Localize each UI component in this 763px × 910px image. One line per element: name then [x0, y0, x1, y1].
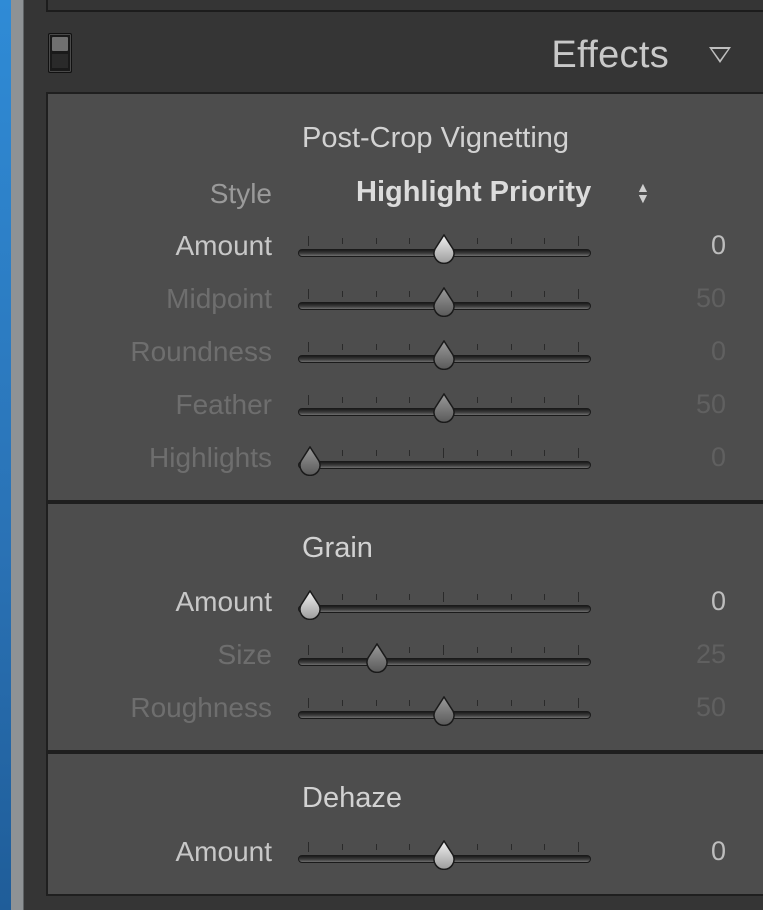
style-select[interactable]: Highlight Priority: [356, 176, 591, 209]
previous-panel-edge: [46, 0, 763, 12]
slider-thumb[interactable]: [363, 643, 391, 673]
slider-row-amount: Amount 0: [48, 834, 763, 874]
grain-section: Grain Amount 0 Size 25 Roughness 50: [46, 502, 763, 752]
slider-value[interactable]: 0: [711, 836, 726, 867]
post-crop-vignetting-section: Post-Crop Vignetting Style Highlight Pri…: [46, 92, 763, 502]
slider-value[interactable]: 50: [696, 692, 726, 723]
slider-track[interactable]: [298, 658, 591, 666]
slider-label: Amount: [175, 836, 273, 867]
style-label: Style: [209, 178, 272, 209]
slider-thumb[interactable]: [296, 590, 324, 620]
slider-thumb[interactable]: [430, 234, 458, 264]
slider-roughness[interactable]: [298, 696, 593, 734]
slider-value[interactable]: 25: [696, 639, 726, 670]
slider-amount[interactable]: [296, 590, 593, 628]
slider-row-highlights: Highlights 0: [48, 440, 763, 480]
slider-thumb[interactable]: [430, 393, 458, 423]
slider-thumb[interactable]: [430, 696, 458, 726]
window-edge: [0, 0, 11, 910]
select-arrows-icon[interactable]: ▲ ▼: [636, 180, 650, 205]
slider-amount[interactable]: [298, 234, 593, 272]
slider-row-feather: Feather 50: [48, 387, 763, 427]
slider-midpoint[interactable]: [298, 287, 593, 325]
section-title: Dehaze: [302, 782, 402, 814]
slider-ticks: [308, 592, 579, 604]
slider-label: Highlights: [149, 442, 272, 473]
dehaze-section: Dehaze Amount 0: [46, 752, 763, 896]
section-title: Post-Crop Vignetting: [302, 122, 570, 154]
slider-thumb[interactable]: [430, 340, 458, 370]
slider-label: Roundness: [130, 336, 272, 367]
slider-highlights[interactable]: [296, 446, 593, 484]
slider-value[interactable]: 0: [711, 586, 726, 617]
slider-row-roundness: Roundness 0: [48, 334, 763, 374]
slider-value[interactable]: 0: [711, 336, 726, 367]
slider-value[interactable]: 50: [696, 283, 726, 314]
slider-thumb[interactable]: [430, 840, 458, 870]
slider-track[interactable]: [298, 461, 591, 469]
slider-row-roughness: Roughness 50: [48, 690, 763, 730]
slider-label: Amount: [175, 586, 273, 617]
slider-ticks: [308, 645, 579, 657]
slider-feather[interactable]: [298, 393, 593, 431]
slider-value[interactable]: 50: [696, 389, 726, 420]
slider-amount[interactable]: [298, 840, 593, 878]
effects-panel: Effects Post-Crop Vignetting Style Highl…: [24, 0, 763, 910]
slider-label: Size: [217, 639, 272, 670]
slider-row-amount: Amount 0: [48, 584, 763, 624]
panel-title[interactable]: Effects: [551, 34, 669, 77]
slider-roundness[interactable]: [298, 340, 593, 378]
slider-row-midpoint: Midpoint 50: [48, 281, 763, 321]
slider-label: Feather: [175, 389, 273, 420]
slider-thumb[interactable]: [430, 287, 458, 317]
slider-value[interactable]: 0: [711, 442, 726, 473]
slider-label: Midpoint: [166, 283, 272, 314]
triangle-down-icon[interactable]: [709, 47, 731, 63]
scrollbar[interactable]: [11, 0, 24, 910]
slider-label: Roughness: [130, 692, 272, 723]
slider-row-size: Size 25: [48, 637, 763, 677]
slider-track[interactable]: [298, 605, 591, 613]
slider-label: Amount: [175, 230, 273, 261]
slider-value[interactable]: 0: [711, 230, 726, 261]
slider-thumb[interactable]: [296, 446, 324, 476]
slider-size[interactable]: [298, 643, 593, 681]
style-row: Style Highlight Priority ▲ ▼: [48, 176, 763, 216]
slider-row-amount: Amount 0: [48, 228, 763, 268]
section-title: Grain: [302, 532, 373, 564]
panel-switch-icon[interactable]: [48, 33, 72, 73]
slider-ticks: [308, 448, 579, 460]
